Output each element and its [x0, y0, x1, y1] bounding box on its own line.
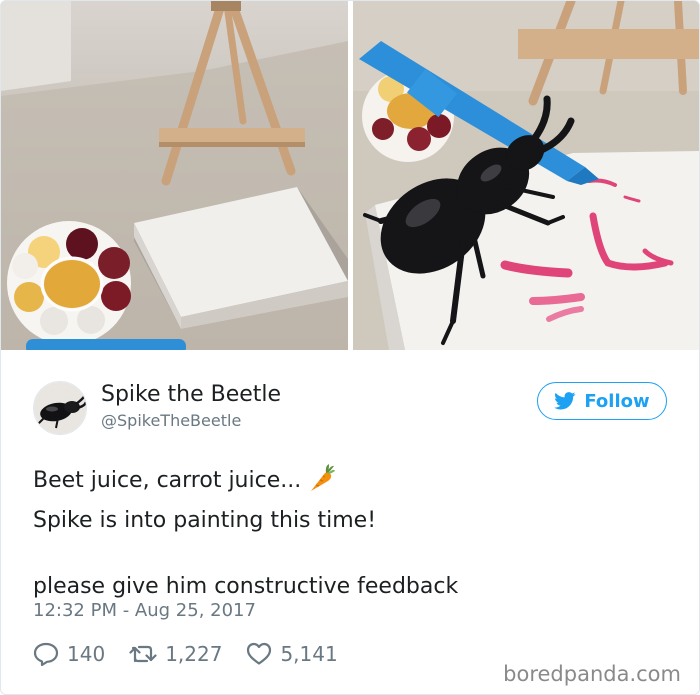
twitter-bird-icon: [554, 392, 576, 410]
avatar[interactable]: [33, 381, 87, 435]
photo-easel-canvas[interactable]: [1, 1, 348, 350]
tweet-text-line-3: please give him constructive feedback: [33, 574, 459, 599]
follow-button[interactable]: Follow: [537, 382, 667, 420]
like-count: 5,141: [280, 642, 338, 666]
photo-beetle-painting[interactable]: [353, 1, 699, 350]
tweet-text-line-2: Spike is into painting this time!: [33, 508, 377, 533]
tweet-card: Spike the Beetle @SpikeTheBeetle Follow …: [0, 0, 700, 695]
follow-label: Follow: [584, 390, 650, 412]
watermark: boredpanda.com: [503, 662, 681, 686]
carrot-icon: [307, 463, 336, 504]
tweet-text-line-1: Beet juice, carrot juice...: [33, 463, 673, 504]
user-handle[interactable]: @SpikeTheBeetle: [101, 411, 241, 430]
reply-button[interactable]: 140: [33, 642, 105, 666]
retweet-count: 1,227: [165, 642, 223, 666]
like-button[interactable]: 5,141: [246, 642, 338, 666]
tweet-text: Beet juice, carrot juice... Spike is int…: [33, 463, 673, 604]
retweet-icon: [129, 643, 157, 665]
reply-count: 140: [67, 642, 106, 666]
tweet-photos[interactable]: [1, 1, 699, 350]
tweet-actions: 140 1,227 5,141: [33, 639, 362, 669]
display-name[interactable]: Spike the Beetle: [101, 382, 281, 407]
tweet-timestamp[interactable]: 12:32 PM - Aug 25, 2017: [33, 600, 256, 621]
retweet-button[interactable]: 1,227: [129, 642, 222, 666]
heart-icon: [246, 642, 272, 666]
reply-icon: [33, 642, 59, 666]
